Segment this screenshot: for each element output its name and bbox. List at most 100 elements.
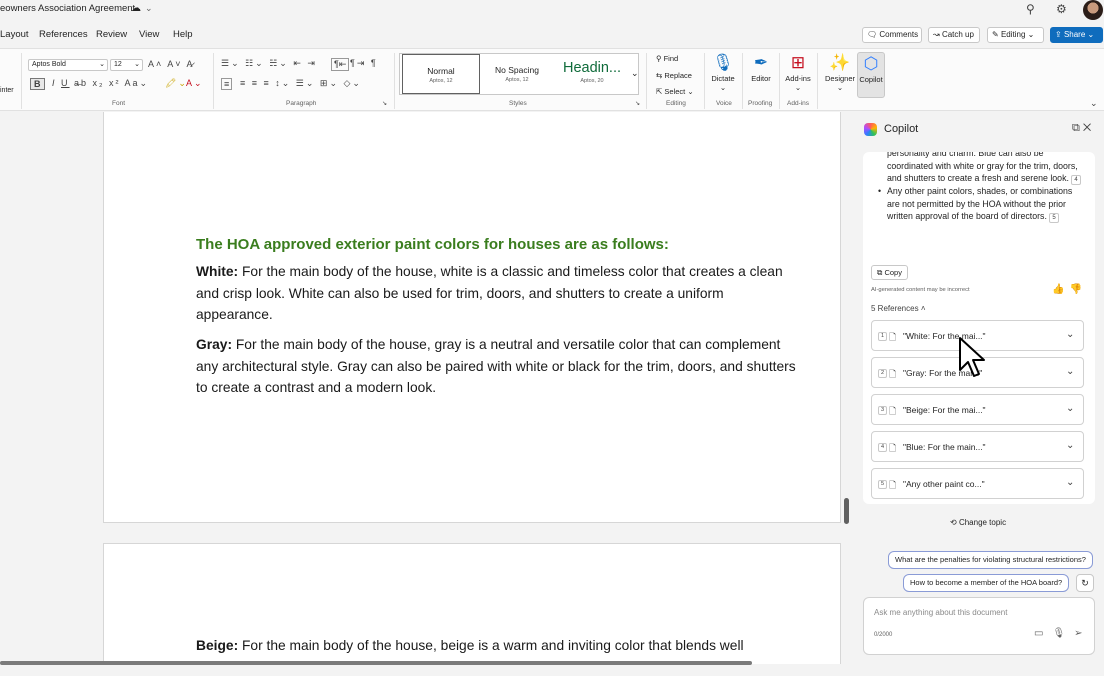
document-icon: 🗋 [889,480,897,490]
reference-number: 5 [878,480,888,489]
references-toggle[interactable]: 5 References ˄ [871,304,926,313]
chevron-down-icon[interactable]: ⌄ [1066,329,1074,340]
addins-button[interactable]: ⊞ Add-ins ⌄ [781,52,815,92]
format-buttons[interactable]: I U a̶b x₂ x² Aa⌄ [52,78,149,89]
citation-chip[interactable]: 5 [1049,213,1059,224]
grid-apps-icon: ⊞ [790,53,806,72]
send-icon[interactable]: ➢ [1074,628,1091,639]
font-size-select[interactable]: 12 ⌄ [110,59,143,71]
paragraph-beige: Beige: For the main body of the house, b… [196,635,801,657]
dictate-button[interactable]: 🎙 Dictate ⌄ [706,52,740,92]
horizontal-scrollbar[interactable] [0,661,752,665]
input-actions: ▭🎙➢ [1034,628,1092,639]
tab-review[interactable]: Review [96,29,127,40]
refresh-suggestions-button[interactable]: ↻ [1076,574,1094,592]
comments-button[interactable]: 🗨 Comments [862,27,922,43]
dialog-launcher-icon[interactable]: ↘ [382,100,389,107]
style-heading[interactable]: Headin... Aptos, 20 [554,54,630,94]
ribbon-collapse-icon[interactable]: ⌄ [1090,98,1100,109]
thumbs-down-icon[interactable]: 👎 [1069,284,1086,295]
pane-controls[interactable]: ⧉✕ [1072,122,1094,135]
select-button[interactable]: ⇱ Select ⌄ [656,87,694,96]
pop-out-icon[interactable]: ⧉ [1072,122,1083,134]
ai-disclaimer: AI-generated content may be incorrect [871,287,970,293]
cursor-icon: ⇱ [656,87,663,96]
alignment-buttons[interactable]: ≡ ≡ ≡ ↕⌄ ☰⌄ ⊞⌄ ◇⌄ [240,78,362,89]
chevron-down-icon[interactable]: ⌄ [1066,477,1074,488]
reference-item[interactable]: 4 🗋 "Blue: For the main..." ⌄ [871,431,1084,462]
chevron-up-icon: ˄ [920,304,926,313]
chevron-down-icon: ⌄ [1087,30,1095,39]
thumbs-up-icon[interactable]: 👍 [1052,284,1069,295]
change-topic-button[interactable]: ⟲ Change topic [950,518,1006,527]
citation-chip[interactable]: 4 [1071,175,1081,186]
document-title[interactable]: eowners Association Agreement [0,3,135,14]
tab-layout[interactable]: Layout [0,29,29,40]
suggestion-chip[interactable]: What are the penalties for violating str… [888,551,1093,569]
font-group-label: Font [112,100,126,107]
ask-input-placeholder[interactable]: Ask me anything about this document [874,608,1007,617]
dialog-launcher-icon[interactable]: ↘ [635,100,642,107]
microphone-icon[interactable]: 🎙 [1052,628,1074,639]
close-icon[interactable]: ✕ [1083,122,1094,134]
tab-help[interactable]: Help [173,29,193,40]
ask-input-box[interactable]: Ask me anything about this document 0/20… [863,597,1095,655]
search-icon[interactable]: ⚲ [1026,2,1035,16]
avatar[interactable] [1083,0,1103,20]
cloud-saved-icon: ☁ [131,3,141,14]
chevron-down-icon[interactable]: ⌄ [1066,440,1074,451]
font-name-select[interactable]: Aptos Bold ⌄ [28,59,108,71]
reference-item[interactable]: 3 🗋 "Beige: For the mai..." ⌄ [871,394,1084,425]
chevron-down-icon[interactable]: ⌄ [145,3,153,14]
designer-button[interactable]: ✨ Designer ⌄ [823,52,857,92]
style-no-spacing[interactable]: No Spacing Aptos, 12 [482,54,552,94]
document-heading: The HOA approved exterior paint colors f… [196,236,669,253]
catchup-button[interactable]: ↝ Catch up [928,27,980,43]
reference-item[interactable]: 5 🗋 "Any other paint co..." ⌄ [871,468,1084,499]
format-painter-label[interactable]: inter [0,87,14,94]
suggestion-chip[interactable]: How to become a member of the HOA board? [903,574,1070,592]
replace-label: Replace [664,71,692,80]
divider [394,53,395,109]
copilot-icon: ⬡ [863,54,879,73]
editing-mode-button[interactable]: ✎ Editing ⌄ [987,27,1044,43]
copilot-ribbon-button[interactable]: ⬡ Copilot [857,52,885,98]
proofing-group-label: Proofing [748,100,773,107]
designer-label: Designer [824,74,855,83]
chevron-down-icon[interactable]: ⌄ [1066,403,1074,414]
chevron-down-icon: ⌄ [836,83,844,92]
vertical-scrollbar[interactable] [844,498,849,524]
chevron-down-icon: ⌄ [794,83,802,92]
chevron-down-icon[interactable]: ⌄ [1066,366,1074,377]
refresh-icon: ↻ [1081,578,1089,588]
style-normal[interactable]: Normal Aptos, 12 [402,54,480,94]
bold-button[interactable]: B [30,78,45,90]
tab-references[interactable]: References [39,29,88,40]
font-grow-shrink-icons[interactable]: A˄ A˅ A̷ [148,59,195,69]
references-header: 5 References [871,304,919,313]
copy-button[interactable]: ⧉ Copy [871,265,908,280]
align-left-button[interactable]: ≡ [221,78,233,90]
find-button[interactable]: ⚲ Find [656,54,678,63]
attach-prompt-icon[interactable]: ▭ [1034,628,1052,639]
copilot-label: Copilot [859,75,883,84]
highlight-icon[interactable]: 🖍⌄ [165,78,188,89]
rtl-button[interactable]: ¶⇤ [331,58,350,71]
chevron-down-icon: ⌄ [1027,30,1035,39]
replace-button[interactable]: ⇆ Replace [656,71,692,80]
reference-number: 3 [878,406,888,415]
copilot-pane: Copilot ⧉✕ personality and charm. Blue c… [853,112,1104,676]
paragraph-mark-icon[interactable]: ¶⇥ ¶ [350,58,378,69]
ribbon: inter Aptos Bold ⌄ 12 ⌄ A˄ A˅ A̷ B I U a̶b… [0,48,1104,111]
gear-icon[interactable]: ⚙ [1056,2,1067,16]
paragraph-gray: Gray: For the main body of the house, gr… [196,334,801,399]
dictate-label: Dictate [711,74,735,83]
list-buttons[interactable]: ☰⌄ ☷⌄ ☵⌄ ⇤ ⇥ [221,58,317,69]
font-color-icon[interactable]: A⌄ [186,78,204,89]
tab-view[interactable]: View [139,29,159,40]
style-font: Aptos, 12 [429,78,453,84]
share-button[interactable]: ⇪ Share ⌄ [1050,27,1103,43]
font-size-value: 12 [114,61,122,68]
chevron-down-icon[interactable]: ⌄ [631,68,639,79]
editor-button[interactable]: ✒ Editor [744,52,778,83]
